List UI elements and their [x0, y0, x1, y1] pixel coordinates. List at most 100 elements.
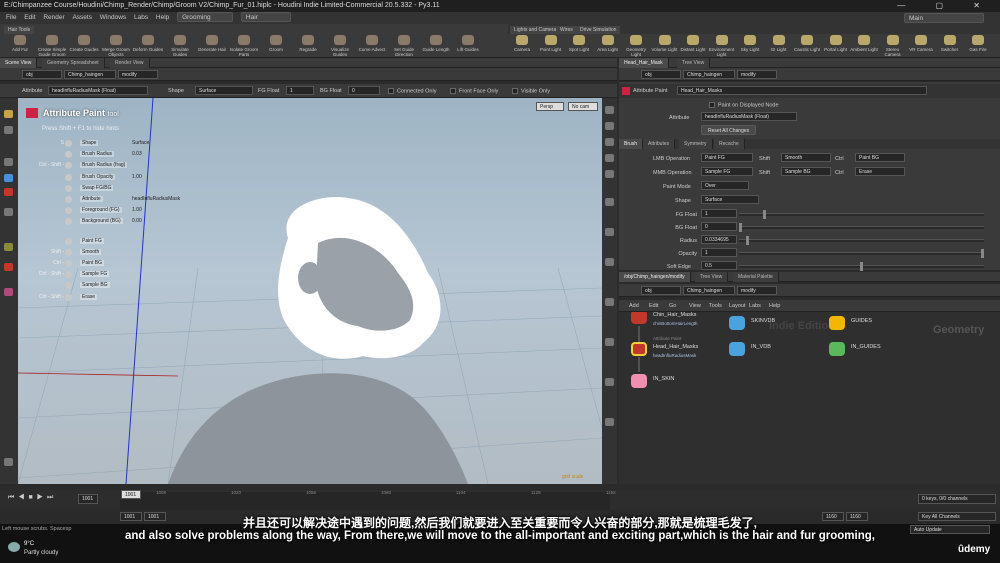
subtab-symmetry[interactable]: Symmetry — [679, 139, 713, 149]
points-icon[interactable] — [605, 228, 614, 236]
network-menu-item[interactable]: Add — [629, 303, 639, 309]
shelf-light-tool[interactable]: Spot Light — [565, 35, 593, 52]
scene-viewport[interactable]: Attribute Paint tool Press Shift + F1 to… — [18, 98, 602, 484]
tab-geometry-spreadsheet[interactable]: Geometry Spreadsheet — [42, 58, 105, 68]
shelf-tool[interactable]: Merge Groom Objects — [100, 35, 132, 57]
subtab-brush[interactable]: Brush — [619, 139, 644, 149]
soft-edge-field[interactable]: 0.5 — [701, 261, 737, 270]
bg-float-field[interactable]: 0 — [348, 86, 380, 95]
fg-float-field[interactable]: 1 — [286, 86, 314, 95]
network-menu-item[interactable]: Edit — [649, 303, 658, 309]
network-path-obj[interactable]: obj — [641, 286, 681, 295]
param-path-modify[interactable]: modify — [737, 70, 777, 79]
shelf-tool[interactable]: Set Guide Direction — [388, 35, 420, 57]
tab-render-view[interactable]: Render View — [110, 58, 150, 68]
shelf-light-tool[interactable]: GI Light — [765, 35, 793, 52]
keys-channels[interactable]: 0 keys, 0/0 channels — [918, 494, 996, 504]
bg-float-slider[interactable] — [739, 223, 984, 232]
menu-edit[interactable]: Edit — [24, 14, 35, 21]
param-shape-field[interactable]: Surface — [701, 195, 759, 204]
ghost-icon[interactable] — [605, 138, 614, 146]
shelf-tool[interactable]: Regrade — [292, 35, 324, 52]
radius-slider[interactable] — [739, 236, 984, 245]
shading-icon[interactable] — [605, 154, 614, 162]
shift-mmb-field[interactable]: Sample BG — [781, 167, 831, 176]
shelf-tool[interactable]: Add Fur — [4, 35, 36, 52]
magnet-tool-icon[interactable] — [4, 288, 13, 296]
shelf-tool[interactable]: Generate Hair — [196, 35, 228, 52]
visible-only-toggle[interactable]: Visible Only — [512, 88, 550, 94]
subtab-attributes[interactable]: Attributes — [643, 139, 676, 149]
network-path-modify[interactable]: modify — [737, 286, 777, 295]
menu-windows[interactable]: Windows — [100, 14, 126, 21]
camera-icon[interactable] — [605, 298, 614, 306]
network-menu-item[interactable]: View — [689, 303, 701, 309]
shelf-light-tool[interactable]: Environment Light — [708, 35, 736, 57]
opacity-slider[interactable] — [739, 249, 984, 258]
fg-float-slider[interactable] — [739, 210, 984, 219]
paint-tool-icon[interactable] — [4, 174, 13, 182]
light-icon[interactable] — [605, 122, 614, 130]
shelf-tool[interactable]: Lift Guides — [452, 35, 484, 52]
main-desktop-select[interactable]: Main — [904, 13, 984, 23]
menu-file[interactable]: File — [6, 14, 16, 21]
tab-material-palette[interactable]: Material Palette — [733, 272, 779, 282]
mmb-operation-field[interactable]: Sample FG — [701, 167, 753, 176]
shelf-tool[interactable]: Visualize Guides — [324, 35, 356, 57]
shelf-tool[interactable]: Curve Advect — [356, 35, 388, 52]
bg-float-field[interactable]: 0 — [701, 222, 737, 231]
tab-param-node[interactable]: Head_Hair_Mask — [619, 58, 669, 68]
desktop-select[interactable]: Grooming — [177, 12, 234, 22]
shelf-tool[interactable]: Simulate Guides — [164, 35, 196, 57]
select-tool-icon[interactable] — [4, 110, 13, 118]
network-menu-item[interactable]: Layout — [729, 303, 746, 309]
handle-tool-icon[interactable] — [4, 188, 13, 196]
shelf-tool[interactable]: Guide Length — [420, 35, 452, 52]
current-frame-field[interactable]: 1001 — [78, 494, 98, 504]
subtab-recache[interactable]: Recache — [714, 139, 745, 149]
shelf-light-tool[interactable]: Portal Light — [822, 35, 850, 52]
tab-tree-view-top[interactable]: Tree View — [677, 58, 711, 68]
attribute-field[interactable]: headInfluRadiusMask (Float) — [48, 86, 148, 95]
shelf-light-tool[interactable]: VR Camera — [907, 35, 935, 52]
paint-mode-field[interactable]: Over — [701, 181, 749, 190]
shelf-tab-lights[interactable]: Lights and Cameras — [510, 26, 563, 34]
menu-labs[interactable]: Labs — [134, 14, 148, 21]
shelf-light-tool[interactable]: Area Light — [594, 35, 622, 52]
wireframe-icon[interactable] — [605, 170, 614, 178]
reset-all-changes-button[interactable]: Reset All Changes — [701, 125, 757, 135]
lmb-operation-field[interactable]: Paint FG — [701, 153, 753, 162]
ctrl-lmb-field[interactable]: Paint BG — [855, 153, 905, 162]
shelf-tab-wires[interactable]: Wires — [556, 26, 577, 34]
soft-edge-slider[interactable] — [739, 262, 984, 271]
shelf-light-tool[interactable]: Sky Light — [736, 35, 764, 52]
shelf-tab-hair-tools[interactable]: Hair Tools — [4, 26, 35, 34]
shelf-tool[interactable]: Create Guides — [68, 35, 100, 52]
network-menu-item[interactable]: Labs — [749, 303, 761, 309]
tab-scene-view[interactable]: Scene View — [0, 58, 38, 68]
shelf-tool[interactable]: Isolate Groom Parts — [228, 35, 260, 57]
network-menu-item[interactable]: Tools — [709, 303, 722, 309]
network-path-chimp[interactable]: Chimp_haingen — [683, 286, 735, 295]
fg-float-field[interactable]: 1 — [701, 209, 737, 218]
shelf-tool[interactable]: Create Simple Guide Groom — [36, 35, 68, 57]
display-options-icon[interactable] — [605, 106, 614, 114]
shelf-light-tool[interactable]: Gas Fire — [964, 35, 992, 52]
path-obj[interactable]: obj — [22, 70, 62, 79]
opacity-field[interactable]: 1 — [701, 248, 737, 257]
options-icon[interactable] — [4, 458, 13, 466]
tab-network-path[interactable]: /obj/Chimp_haingen/modify — [619, 272, 691, 282]
shelf-light-tool[interactable]: Volume Light — [651, 35, 679, 52]
context-select[interactable]: Hair — [240, 12, 291, 22]
ctrl-mmb-field[interactable]: Erase — [855, 167, 905, 176]
menu-assets[interactable]: Assets — [72, 14, 92, 21]
connected-only-toggle[interactable]: Connected Only — [388, 88, 436, 94]
front-face-only-toggle[interactable]: Front Face Only — [450, 88, 498, 94]
node-name-field[interactable]: Head_Hair_Masks — [677, 86, 927, 95]
ruler-tool-icon[interactable] — [4, 243, 13, 251]
path-modify[interactable]: modify — [118, 70, 158, 79]
view-tool-icon[interactable] — [4, 158, 13, 166]
shelf-tool[interactable]: Deform Guides — [132, 35, 164, 52]
network-menu-item[interactable]: Go — [669, 303, 676, 309]
shelf-light-tool[interactable]: Point Light — [537, 35, 565, 52]
